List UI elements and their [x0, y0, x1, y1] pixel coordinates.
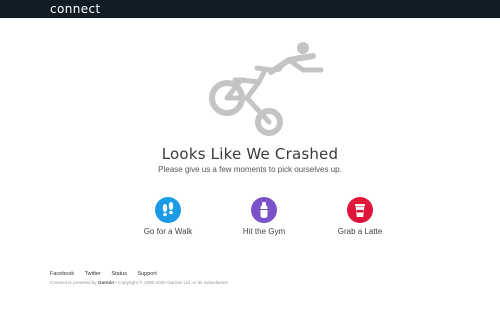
footer-link-support[interactable]: Support	[137, 271, 156, 277]
coffee-cup-icon[interactable]	[347, 197, 373, 223]
footer-link-facebook[interactable]: Facebook	[50, 271, 74, 277]
go-for-a-walk-label[interactable]: Go for a Walk	[128, 227, 208, 236]
powered-by-text: Connect is powered by	[50, 280, 97, 285]
error-subtitle: Please give us a few moments to pick our…	[158, 165, 342, 174]
footer-links: Facebook Twitter Status Support	[50, 271, 166, 277]
go-for-a-walk-option[interactable]: Go for a Walk	[128, 197, 208, 236]
grab-a-latte-option[interactable]: Grab a Latte	[320, 197, 400, 236]
grab-a-latte-label[interactable]: Grab a Latte	[320, 227, 400, 236]
hit-the-gym-option[interactable]: Hit the Gym	[224, 197, 304, 236]
top-navigation-bar: connect	[0, 0, 500, 18]
copyright-text: • Copyright © 1996-2020 Garmin Ltd. or i…	[115, 280, 228, 285]
connect-logo[interactable]: connect	[50, 1, 101, 17]
error-title: Looks Like We Crashed	[161, 145, 339, 163]
water-bottle-icon[interactable]	[251, 197, 277, 223]
garmin-link[interactable]: Garmin	[98, 280, 114, 285]
footer-link-twitter[interactable]: Twitter	[85, 271, 101, 277]
footprints-icon[interactable]	[155, 197, 181, 223]
crashed-cyclist-illustration	[209, 42, 324, 136]
copyright-notice: Connect is powered by Garmin • Copyright…	[50, 280, 228, 285]
footer-link-status[interactable]: Status	[111, 271, 127, 277]
hit-the-gym-label[interactable]: Hit the Gym	[224, 227, 304, 236]
